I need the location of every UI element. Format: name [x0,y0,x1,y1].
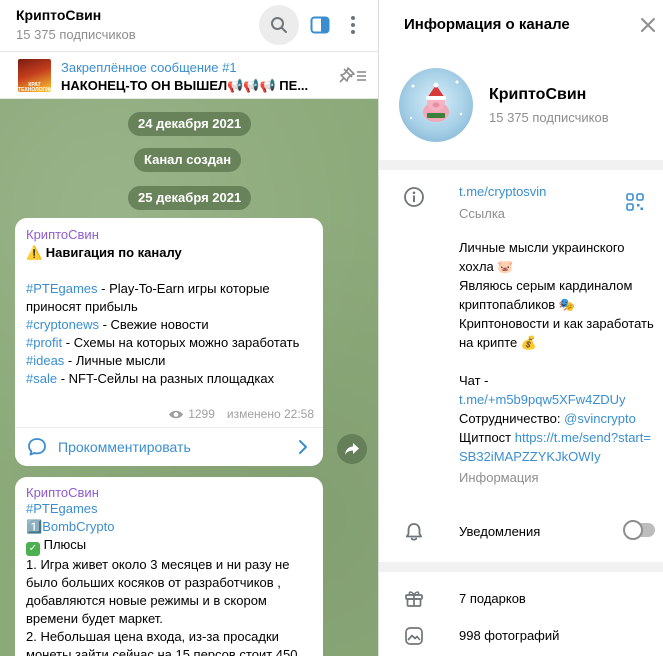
chat-invite-link[interactable]: t.me/+m5b9pqw5XFw4ZDUy [459,390,659,409]
chevron-right-icon [299,440,307,454]
chat-pane: КриптоСвин 15 375 подписчиков КРАТ ТЕХНО… [0,0,378,656]
message-text: 2. Небольшая цена входа, из-за просадки … [26,629,298,656]
service-message-channel-created: Канал создан [134,148,242,172]
chat-subscriber-count: 15 375 подписчиков [16,27,136,42]
comment-button[interactable]: Прокомментировать [15,428,323,466]
message-line: #sale - NFT-Сейлы на разных площадках [26,370,318,388]
pinned-list-button[interactable] [338,65,368,87]
tip-line: Щитпост https://t.me/send?start=SB32iMAP… [459,428,659,466]
cooperation-link[interactable]: @svincrypto [564,411,636,426]
cooperation-label: Сотрудничество: [459,411,565,426]
edited-time: изменено 22:58 [226,407,314,421]
toggle-knob [623,520,643,540]
message-text: - NFT-Сейлы на разных площадках [57,371,275,386]
pinned-thumbnail: КРАТ ТЕХНОЛОГИИ [18,59,53,93]
section-divider [379,562,663,572]
photo-icon [405,627,423,645]
notifications-toggle[interactable] [623,520,655,540]
channel-avatar[interactable] [399,68,473,142]
more-menu-button[interactable] [335,5,371,45]
tip-label: Щитпост [459,430,515,445]
hashtag-link[interactable]: BombCrypto [42,519,114,534]
pig-santa-avatar-icon [409,80,463,122]
photos-count[interactable]: 998 фотографий [459,628,559,643]
eye-icon [169,410,184,418]
close-icon [641,18,655,32]
info-caption: Информация [459,470,539,485]
message-text: - Личные мысли [64,353,166,368]
hashtag-link[interactable]: #ideas [26,353,64,368]
message-meta: 1299 изменено 22:58 [168,407,314,421]
close-button[interactable] [637,14,659,36]
message-bubble[interactable]: КриптоСвин ⚠️ Навигация по каналу #PTEga… [15,218,323,466]
bell-icon [405,523,423,541]
message-line: #ideas - Личные мысли [26,352,318,370]
forward-arrow-icon [345,443,359,455]
comment-bubble-icon [28,438,46,456]
message-bubble[interactable]: КриптоСвин #PTEgames 1️⃣BombCrypto ✓ Плю… [15,477,323,656]
channel-description: Личные мысли украинского хохла 🐷 Являюсь… [459,238,659,466]
hashtag-link[interactable]: #cryptonews [26,317,99,332]
message-text: 1. Игра живет около 3 месяцев и ни разу … [26,557,290,626]
message-line: ✓ Плюсы [26,536,318,556]
cooperation-line: Сотрудничество: @svincrypto [459,409,659,428]
comment-label[interactable]: Прокомментировать [58,439,191,455]
chat-label: Чат - [459,373,489,388]
forward-button[interactable] [337,434,367,464]
description-line: Криптоновости и как заработать на крипте… [459,316,654,350]
pinned-thumb-text: КРАТ ТЕХНОЛОГИИ [18,82,53,93]
panel-title: Информация о канале [404,16,570,33]
view-count: 1299 [188,407,215,421]
unpin-list-icon [339,67,366,83]
description-line: Являюсь серым кардиналом криптопабликов … [459,278,633,312]
pinned-text[interactable]: НАКОНЕЦ-ТО ОН ВЫШЕЛ📢📢📢 ПЕ... [61,78,323,94]
message-text: - Схемы на которых можно заработать [62,335,300,350]
chat-title[interactable]: КриптоСвин [16,7,101,23]
message-line: #profit - Схемы на которых можно заработ… [26,334,318,352]
message-title: ⚠️ Навигация по каналу [26,245,182,260]
hashtag-link[interactable]: #PTEgames [26,281,98,296]
message-line: #PTEgames - Play-To-Earn игры которые пр… [26,280,318,316]
hashtag-link[interactable]: #profit [26,335,62,350]
keycap-one-emoji: 1️⃣ [26,519,43,534]
section-divider [379,160,663,170]
chat-header[interactable]: КриптоСвин 15 375 подписчиков [0,0,378,52]
message-author[interactable]: КриптоСвин [26,485,318,500]
check-mark-icon: ✓ [26,542,40,556]
hashtag-link[interactable]: #PTEgames [26,500,318,518]
link-caption: Ссылка [459,206,506,221]
channel-subscriber-count: 15 375 подписчиков [489,110,609,125]
qr-code-button[interactable] [626,193,644,211]
more-vertical-icon [351,16,355,34]
message-author[interactable]: КриптоСвин [26,227,318,242]
date-separator: 25 декабря 2021 [128,186,252,210]
channel-link[interactable]: t.me/cryptosvin [459,184,546,199]
channel-name: КриптоСвин [489,86,587,103]
message-line: #cryptonews - Свежие новости [26,316,318,334]
pinned-title[interactable]: Закреплённое сообщение #1 [61,60,237,75]
description-line: Личные мысли украинского хохла 🐷 [459,240,625,274]
search-icon [271,17,287,33]
notifications-label: Уведомления [459,524,541,539]
sidebar-toggle-icon [310,16,330,34]
info-icon [404,187,424,207]
qr-code-icon [626,193,644,211]
gifts-count[interactable]: 7 подарков [459,591,526,606]
gift-icon [405,591,423,607]
pinned-message-bar[interactable]: КРАТ ТЕХНОЛОГИИ Закреплённое сообщение #… [0,52,378,99]
message-text: - Свежие новости [98,317,209,332]
date-separator: 24 декабря 2021 [128,112,252,136]
search-button[interactable] [259,5,299,45]
toggle-info-panel-button[interactable] [300,5,340,45]
message-line: 1️⃣BombCrypto [26,518,318,536]
channel-info-panel: Информация о канале КриптоСвин 15 375 по… [378,0,663,656]
pros-label: Плюсы [43,537,87,552]
hashtag-link[interactable]: #sale [26,371,57,386]
